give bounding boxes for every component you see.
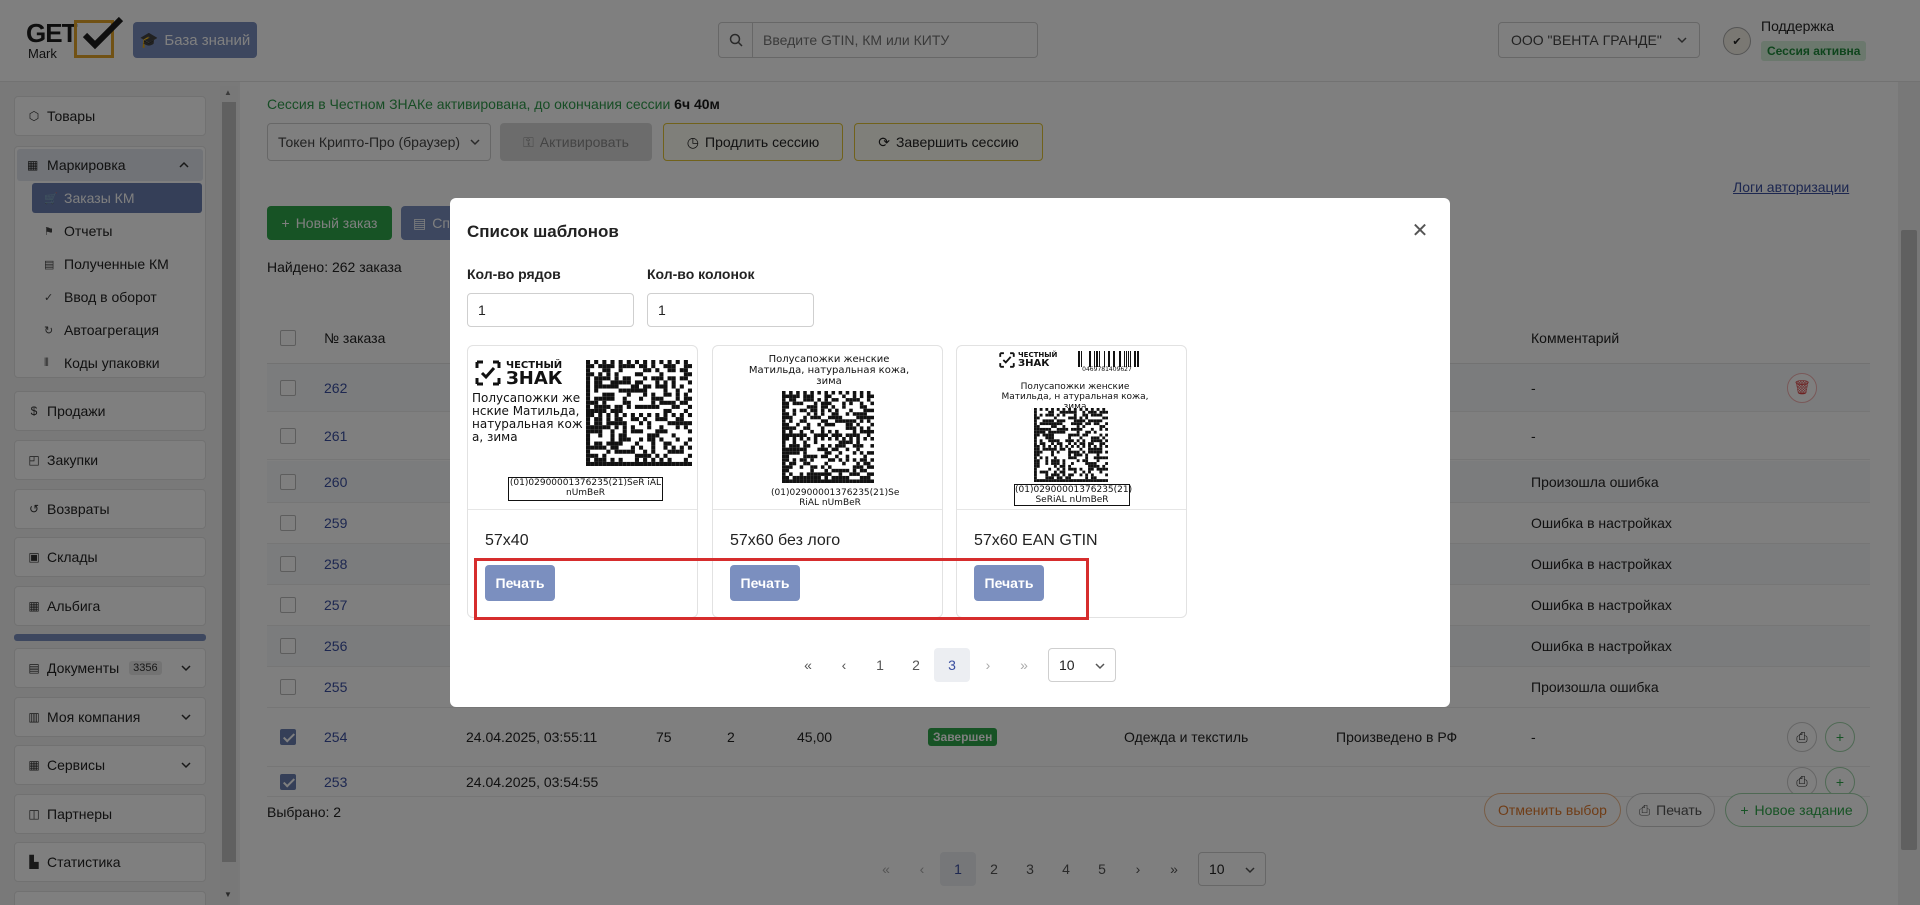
template-name: 57x60 EAN GTIN bbox=[974, 532, 1098, 549]
chestny-znak-logo-icon bbox=[475, 360, 501, 386]
prev-page-icon[interactable]: ‹ bbox=[826, 648, 862, 682]
modal-pagination: « ‹ 1 2 3 › » 10 bbox=[790, 648, 1116, 682]
template-preview: ЧЕСТНЫЙ ЗНАК Полусапожки же нские Матиль… bbox=[468, 346, 697, 510]
close-icon[interactable]: ✕ bbox=[1408, 218, 1432, 242]
template-preview: Полусапожки женские Матильда, натуральна… bbox=[713, 346, 942, 510]
datamatrix-code bbox=[1034, 408, 1108, 482]
datamatrix-code bbox=[782, 391, 874, 483]
code-text: (01)02900001376235(21) SeRiAL nUmBeR bbox=[1014, 484, 1133, 506]
ean-barcode bbox=[1078, 351, 1139, 367]
page-button[interactable]: 1 bbox=[862, 648, 898, 682]
datamatrix-code bbox=[586, 360, 692, 466]
first-page-icon[interactable]: « bbox=[790, 648, 826, 682]
per-page-value: 10 bbox=[1059, 657, 1075, 673]
code-text: (01)02900001376235(21)Se RiAL nUmBeR bbox=[771, 488, 900, 508]
product-name: Полусапожки же нские Матильда, натуральн… bbox=[472, 391, 583, 444]
rows-count-input[interactable] bbox=[467, 293, 634, 327]
modal-title: Список шаблонов bbox=[467, 222, 619, 241]
cols-count-input[interactable] bbox=[647, 293, 814, 327]
page-button[interactable]: 2 bbox=[898, 648, 934, 682]
chestny-znak-logo-icon bbox=[999, 352, 1015, 368]
product-name: Полусапожки женские Матильда, натуральна… bbox=[748, 354, 910, 387]
templates-modal: Список шаблонов ✕ Кол-во рядов Кол-во ко… bbox=[450, 198, 1450, 707]
code-text: (01)02900001376235(21)SeR iAL nUmBeR bbox=[508, 477, 663, 501]
chevron-down-icon bbox=[1095, 663, 1105, 670]
next-page-icon[interactable]: › bbox=[970, 648, 1006, 682]
page-button[interactable]: 3 bbox=[934, 648, 970, 682]
cols-count-label: Кол-во колонок bbox=[647, 266, 755, 282]
brand-bottom: ЗНАК bbox=[1018, 358, 1050, 369]
ean-number: 0469781409627 bbox=[1082, 366, 1132, 373]
rows-count-label: Кол-во рядов bbox=[467, 266, 561, 282]
template-name: 57x60 без лого bbox=[730, 532, 841, 549]
last-page-icon[interactable]: » bbox=[1006, 648, 1042, 682]
per-page-select[interactable]: 10 bbox=[1048, 648, 1116, 682]
brand-bottom: ЗНАК bbox=[506, 368, 563, 389]
template-name: 57x40 bbox=[485, 532, 529, 549]
print-buttons-highlight bbox=[474, 558, 1089, 620]
template-preview: ЧЕСТНЫЙ ЗНАК 0469781409627 Полусапожки ж… bbox=[957, 346, 1186, 510]
